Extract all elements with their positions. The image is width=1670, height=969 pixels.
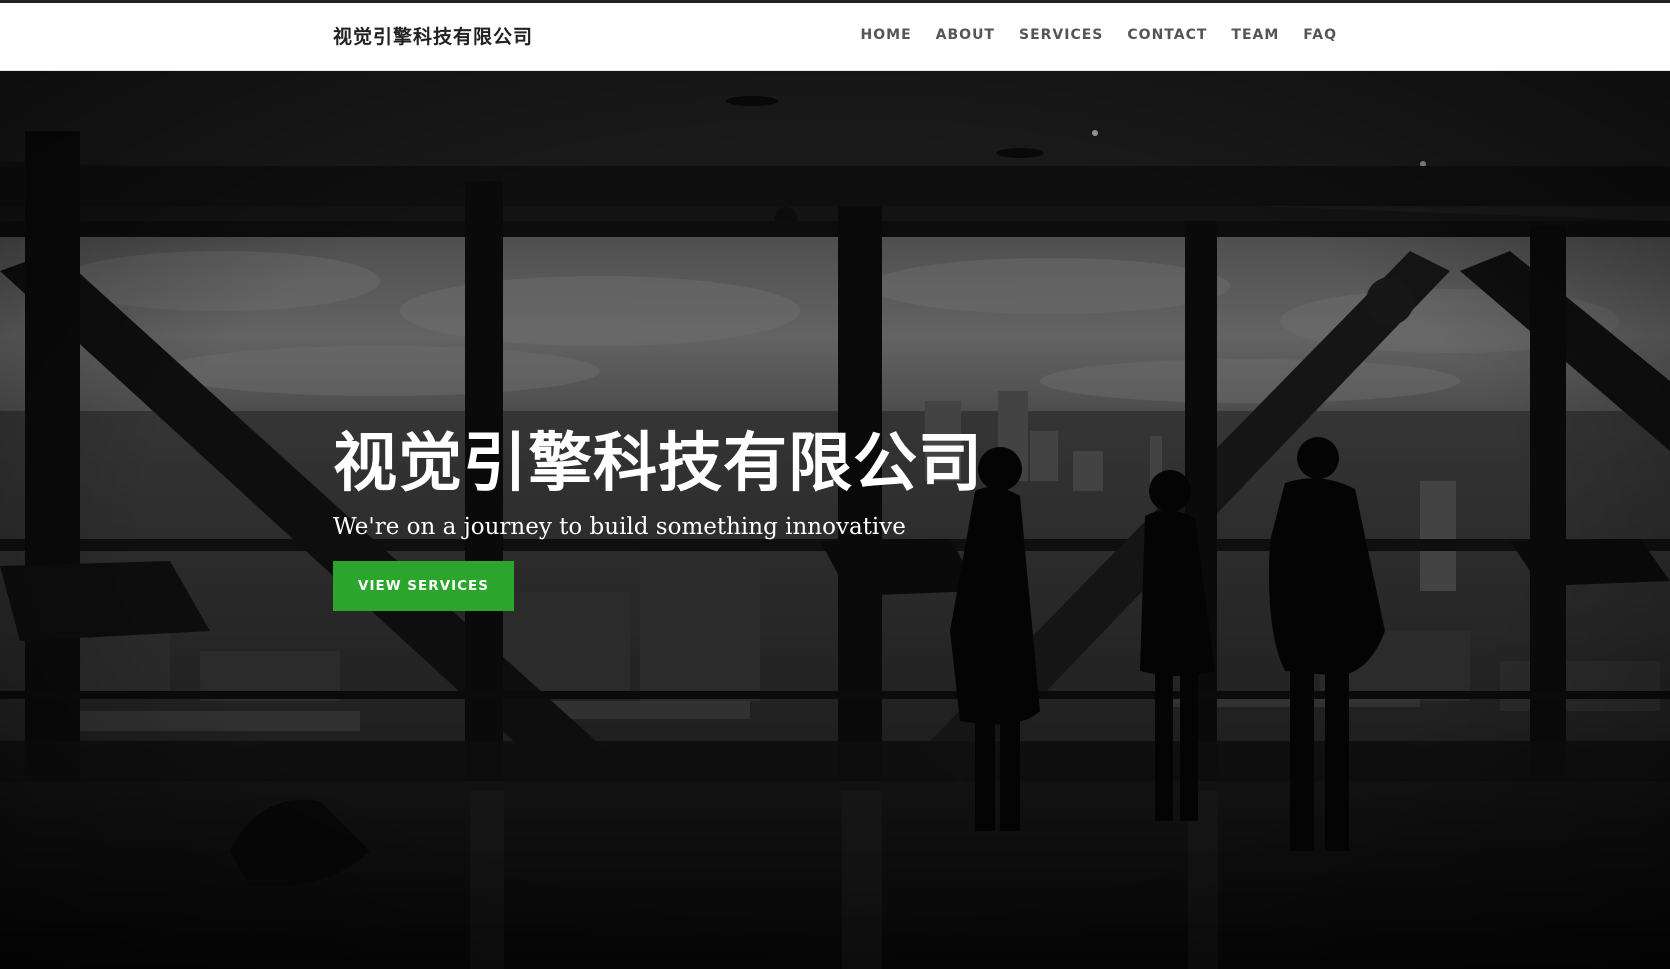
hero-content: 视觉引擎科技有限公司 We're on a journey to build s… [333,426,1233,611]
top-navbar: 视觉引擎科技有限公司 HOME ABOUT SERVICES CONTACT T… [0,0,1670,71]
nav-link-faq[interactable]: FAQ [1303,27,1337,43]
hero-title: 视觉引擎科技有限公司 [333,427,983,501]
nav-link-home[interactable]: HOME [861,27,912,43]
nav-link-team[interactable]: TEAM [1231,27,1279,43]
nav-link-contact[interactable]: CONTACT [1127,27,1207,43]
view-services-button[interactable]: VIEW SERVICES [333,561,514,611]
site-brand-logo[interactable]: 视觉引擎科技有限公司 [333,22,533,49]
main-nav-menu: HOME ABOUT SERVICES CONTACT TEAM FAQ [861,27,1337,43]
nav-link-services[interactable]: SERVICES [1019,27,1103,43]
hero-subtitle: We're on a journey to build something in… [333,514,906,540]
hero-section: 视觉引擎科技有限公司 We're on a journey to build s… [0,71,1670,969]
nav-link-about[interactable]: ABOUT [936,27,995,43]
